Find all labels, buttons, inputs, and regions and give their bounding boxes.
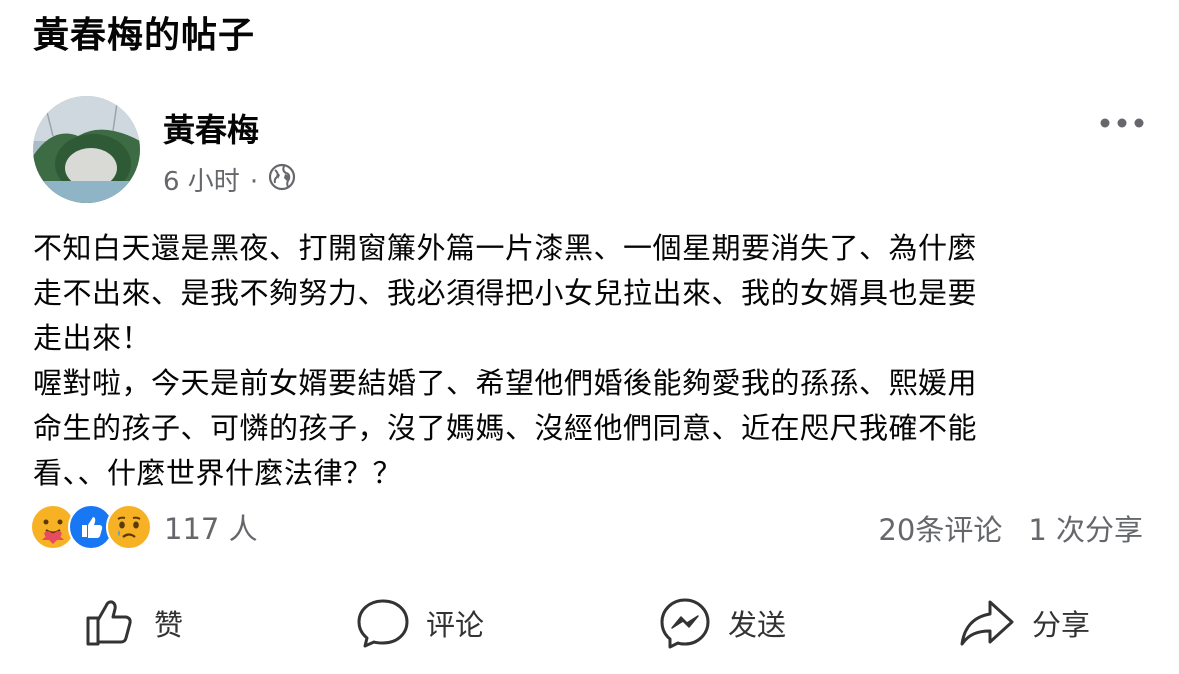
post-body: 不知白天還是黑夜、打開窗簾外篇一片漆黑、一個星期要消失了、為什麼 走不出來、是我… — [33, 231, 978, 490]
comment-icon — [357, 599, 409, 648]
like-button[interactable]: 赞 — [84, 588, 183, 658]
send-button[interactable]: 发送 — [658, 588, 786, 658]
messenger-icon — [660, 598, 710, 649]
reaction-summary[interactable]: 117 人 — [30, 503, 258, 551]
post-stats: 20条评论 1 次分享 — [878, 507, 1143, 549]
more-icon — [1100, 118, 1144, 128]
post-meta: 6 小时 · — [163, 163, 296, 200]
page-title: 黃春梅的帖子 — [33, 15, 256, 56]
share-button[interactable]: 分享 — [958, 588, 1090, 658]
action-bar: 赞 评论 发送 分享 — [0, 588, 1179, 658]
comment-button[interactable]: 评论 — [356, 588, 484, 658]
globe-icon — [268, 163, 296, 200]
like-label: 赞 — [154, 608, 184, 642]
send-label: 发送 — [728, 608, 787, 642]
share-label: 分享 — [1032, 608, 1091, 642]
comment-count[interactable]: 20条评论 — [878, 507, 1002, 549]
share-count[interactable]: 1 次分享 — [1028, 507, 1143, 549]
post-time[interactable]: 6 小时 — [163, 165, 240, 199]
sad-icon — [106, 504, 152, 550]
comment-label: 评论 — [426, 608, 485, 642]
meta-separator: · — [249, 166, 259, 197]
more-options-button[interactable] — [1090, 108, 1154, 138]
author-name[interactable]: 黃春梅 — [163, 110, 259, 150]
share-arrow-icon — [960, 600, 1014, 646]
reaction-count: 117 人 — [164, 512, 258, 546]
avatar[interactable] — [33, 96, 140, 203]
thumbs-up-icon — [86, 600, 132, 646]
